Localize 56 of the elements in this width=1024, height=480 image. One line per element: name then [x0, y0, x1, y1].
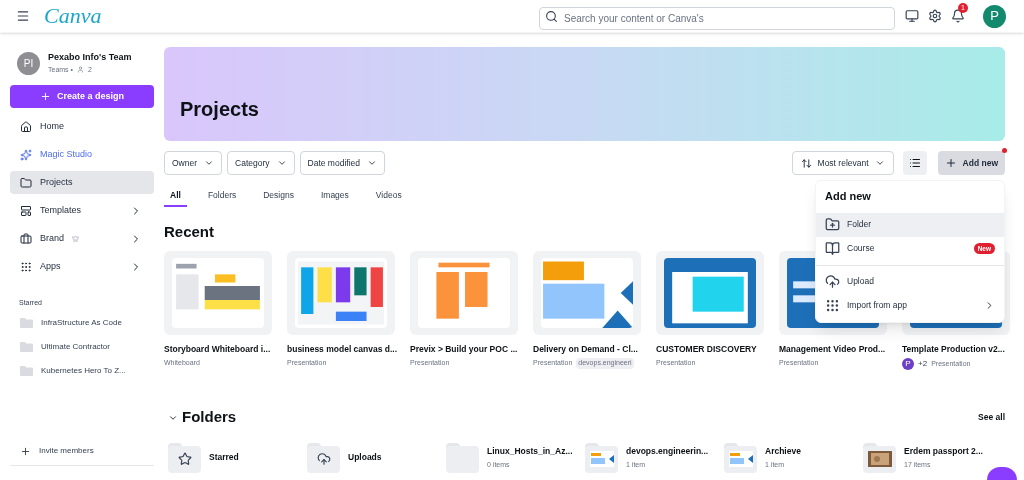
sidebar-item[interactable]: Brand [10, 227, 154, 250]
sidebar-folder-link[interactable]: Ultimate Contractor [10, 340, 154, 353]
sidebar-folder-link[interactable]: Kubernetes Hero To Z... [10, 364, 154, 377]
design-title[interactable]: Delivery on Demand - Cl... [533, 342, 641, 356]
tab[interactable]: Designs [257, 185, 300, 207]
folder-name: Erdem passport 2... [904, 445, 983, 458]
team-name[interactable]: Pexabo Info's Team [48, 51, 132, 65]
folder-name: Uploads [348, 451, 382, 465]
see-all-link[interactable]: See all [978, 411, 1005, 424]
team-avatar: PI [17, 51, 40, 75]
design-title[interactable]: Management Video Prod... [779, 342, 887, 356]
menu-item[interactable]: Folder [816, 212, 1004, 237]
project-folder[interactable]: Starred [168, 442, 239, 473]
sidebar-item[interactable]: Home [10, 115, 154, 138]
collaborator-count: +2 [918, 358, 928, 371]
page-title: Projects [180, 97, 259, 122]
filter-dropdown[interactable]: Owner [164, 151, 223, 175]
sidebar-label: Brand [40, 231, 65, 245]
sidebar-label: Templates [40, 203, 82, 217]
section-heading: Folders [182, 407, 237, 428]
filter-dropdown[interactable]: Date modified [299, 151, 385, 175]
design-title[interactable]: Storyboard Whiteboard i... [164, 342, 272, 356]
design-title[interactable]: business model canvas d... [287, 342, 395, 356]
create-design-button[interactable]: Create a design [10, 85, 154, 108]
project-folder[interactable]: Uploads [307, 442, 382, 473]
sidebar-label: Home [40, 119, 64, 133]
design-title[interactable]: Template Production v2... [902, 342, 1010, 356]
folder-name: Archieve [765, 445, 801, 458]
sidebar-item[interactable]: Templates [10, 199, 154, 222]
sort-dropdown[interactable]: Most relevant [791, 151, 894, 175]
search-field[interactable]: Search your content or Canva's [539, 6, 895, 30]
collaborator-avatar: P [902, 358, 914, 371]
sidebar-item[interactable]: Magic Studio [10, 143, 154, 166]
sidebar-folder-link[interactable]: InfraStructure As Code [10, 316, 154, 329]
design-title[interactable]: CUSTOMER DISCOVERY [656, 342, 764, 356]
tab[interactable]: Videos [369, 185, 408, 207]
filter-dropdown[interactable]: Category [227, 151, 295, 175]
sidebar-label: Projects [40, 175, 73, 189]
sidebar-label: Apps [40, 259, 61, 273]
menu-item[interactable]: Upload [816, 269, 1004, 294]
tab[interactable]: Images [314, 185, 355, 207]
sidebar-item[interactable]: Projects [10, 171, 154, 194]
design-title[interactable]: Previx > Build your POC ... [410, 342, 518, 356]
invite-members-link[interactable]: Invite members [39, 445, 94, 457]
sidebar-item[interactable]: Apps [10, 255, 154, 278]
section-heading: Recent [164, 222, 215, 242]
user-avatar[interactable]: P [983, 4, 1006, 28]
folder-name: Starred [209, 451, 239, 465]
menu-title: Add new [824, 189, 872, 204]
folder-name: Linux_Hosts_in_Az... [487, 445, 573, 458]
add-new-button[interactable]: Add new [937, 151, 1005, 175]
sidebar-label: Magic Studio [40, 147, 93, 161]
tab[interactable]: All [164, 185, 187, 207]
folder-name: devops.engineerin... [626, 445, 709, 458]
tab[interactable]: Folders [201, 185, 243, 207]
menu-item[interactable]: Import from app [816, 293, 1004, 318]
